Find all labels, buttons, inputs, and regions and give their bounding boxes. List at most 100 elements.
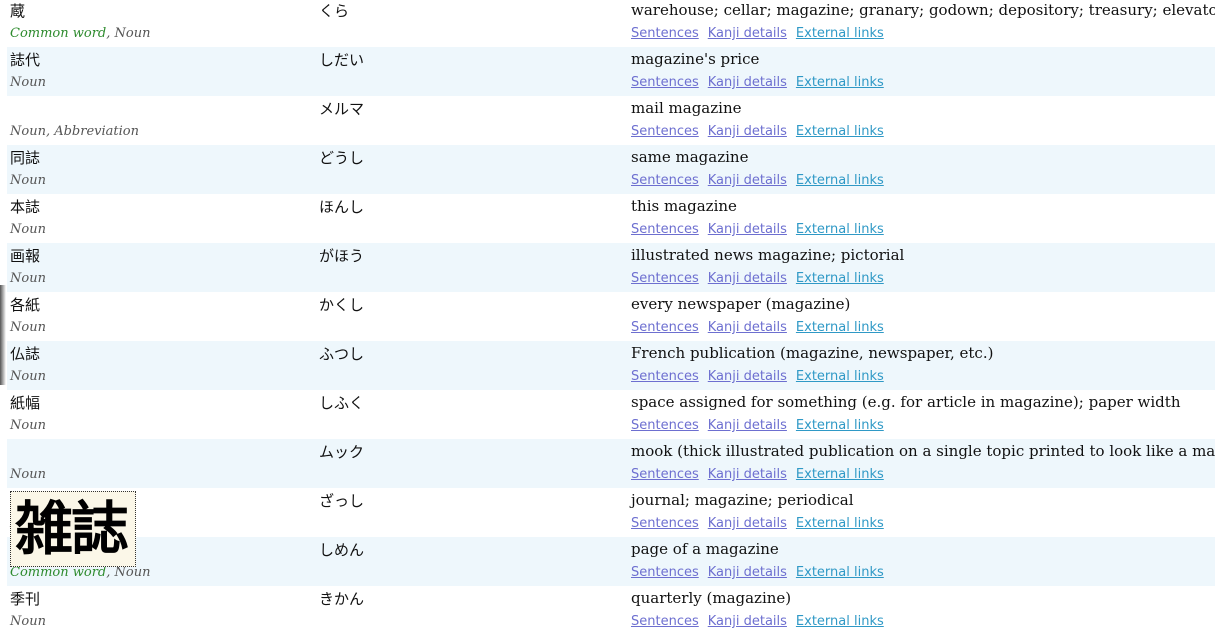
entry-part-of-speech: Noun [10,320,46,335]
entry-part-of-speech: Noun [10,418,46,433]
result-row: 雑誌ざっしjournal; magazine; periodicalNounSe… [7,488,1215,537]
pos-label: Noun [10,369,46,384]
entry-reading: がほう [319,247,365,265]
external-links-link[interactable]: External links [796,222,884,237]
dictionary-results-table: 蔵 くら warehouse; cellar; magazine; granary;… [7,0,1215,635]
external-links-link[interactable]: External links [796,271,884,286]
entry-kanji: 仏誌 [10,345,41,363]
entry-reading: ふつし [319,345,365,363]
sentences-link[interactable]: Sentences [631,75,699,90]
entry-links: Sentences Kanji details External links [631,320,893,335]
entry-meaning: mail magazine [631,99,742,117]
kanji-details-link[interactable]: Kanji details [708,26,787,41]
entry-part-of-speech: Noun [10,271,46,286]
sentences-link[interactable]: Sentences [631,369,699,384]
entry-reading: しふく [319,394,365,412]
external-links-link[interactable]: External links [796,75,884,90]
pos-label: Noun [10,173,46,188]
external-links-link[interactable]: External links [796,614,884,629]
entry-part-of-speech: Common word, Noun [10,565,150,580]
kanji-details-link[interactable]: Kanji details [708,516,787,531]
kanji-details-link[interactable]: Kanji details [708,565,787,580]
kanji-details-link[interactable]: Kanji details [708,418,787,433]
sentences-link[interactable]: Sentences [631,173,699,188]
entry-meaning: space assigned for something (e.g. for a… [631,393,1181,411]
entry-kanji: 蔵 [10,2,26,20]
kanji-details-link[interactable]: Kanji details [708,320,787,335]
kanji-details-link[interactable]: Kanji details [708,124,787,139]
entry-meaning: quarterly (magazine) [631,589,792,607]
external-links-link[interactable]: External links [796,467,884,482]
kanji-magnify-popup: 雑誌 [10,491,136,567]
entry-reading: かくし [319,296,365,314]
entry-kanji: 紙幅 [10,394,41,412]
entry-reading: しめん [319,541,365,559]
sentences-link[interactable]: Sentences [631,418,699,433]
external-links-link[interactable]: External links [796,516,884,531]
kanji-details-link[interactable]: Kanji details [708,271,787,286]
kanji-details-link[interactable]: Kanji details [708,467,787,482]
entry-links: Sentences Kanji details External links [631,75,893,90]
entry-links: Sentences Kanji details External links [631,418,893,433]
sentences-link[interactable]: Sentences [631,320,699,335]
external-links-link[interactable]: External links [796,124,884,139]
entry-part-of-speech: Noun [10,173,46,188]
result-row: メルマ mail magazine Noun, Abbreviation Senten… [7,96,1215,145]
kanji-details-link[interactable]: Kanji details [708,75,787,90]
common-word-tag: Common word [10,26,107,41]
sentences-link[interactable]: Sentences [631,26,699,41]
pos-label: Noun [10,614,46,629]
pos-label: , Noun [106,26,151,41]
sentences-link[interactable]: Sentences [631,516,699,531]
entry-meaning: same magazine [631,148,749,166]
entry-meaning: mook (thick illustrated publication on a… [631,442,1215,460]
entry-kanji: 季刊 [10,590,41,608]
sentences-link[interactable]: Sentences [631,222,699,237]
window-edge-shadow [0,285,6,385]
entry-links: Sentences Kanji details External links [631,516,893,531]
entry-meaning: every newspaper (magazine) [631,295,851,313]
entry-reading: メルマ [319,100,365,118]
kanji-details-link[interactable]: Kanji details [708,222,787,237]
entry-reading: ほんし [319,198,365,216]
entry-part-of-speech: Noun [10,467,46,482]
entry-part-of-speech: Common word, Noun [10,26,150,41]
sentences-link[interactable]: Sentences [631,614,699,629]
common-word-tag: Common word [10,565,107,580]
pos-label: Noun [10,222,46,237]
kanji-details-link[interactable]: Kanji details [708,614,787,629]
entry-reading: どうし [319,149,365,167]
entry-links: Sentences Kanji details External links [631,124,893,139]
result-row: 紙幅 しふく space assigned for something (e.g. … [7,390,1215,439]
kanji-details-link[interactable]: Kanji details [708,173,787,188]
entry-reading: ざっし [319,492,365,510]
kanji-details-link[interactable]: Kanji details [708,369,787,384]
entry-kanji: 本誌 [10,198,41,216]
sentences-link[interactable]: Sentences [631,467,699,482]
entry-meaning: French publication (magazine, newspaper,… [631,344,994,362]
entry-meaning: illustrated news magazine; pictorial [631,246,905,264]
external-links-link[interactable]: External links [796,369,884,384]
result-row: 誌代 しだい magazine's price Noun Sentences Kanji … [7,47,1215,96]
external-links-link[interactable]: External links [796,418,884,433]
pos-label: Noun [10,271,46,286]
entry-meaning: warehouse; cellar; magazine; granary; go… [631,1,1215,19]
sentences-link[interactable]: Sentences [631,124,699,139]
external-links-link[interactable]: External links [796,173,884,188]
pos-label: Noun [10,75,46,90]
external-links-link[interactable]: External links [796,320,884,335]
entry-kanji: 各紙 [10,296,41,314]
external-links-link[interactable]: External links [796,26,884,41]
result-row: 各紙 かくし every newspaper (magazine) Noun Sente… [7,292,1215,341]
entry-part-of-speech: Noun, Abbreviation [10,124,139,139]
sentences-link[interactable]: Sentences [631,271,699,286]
entry-part-of-speech: Noun [10,222,46,237]
entry-kanji: 同誌 [10,149,41,167]
external-links-link[interactable]: External links [796,565,884,580]
result-row: 誌面しめんpage of a magazineCommon word, Noun… [7,537,1215,586]
pos-label: , Noun [106,565,151,580]
entry-kanji: 誌代 [10,51,41,69]
entry-links: Sentences Kanji details External links [631,271,893,286]
sentences-link[interactable]: Sentences [631,565,699,580]
result-row: 仏誌 ふつし French publication (magazine, newsp… [7,341,1215,390]
